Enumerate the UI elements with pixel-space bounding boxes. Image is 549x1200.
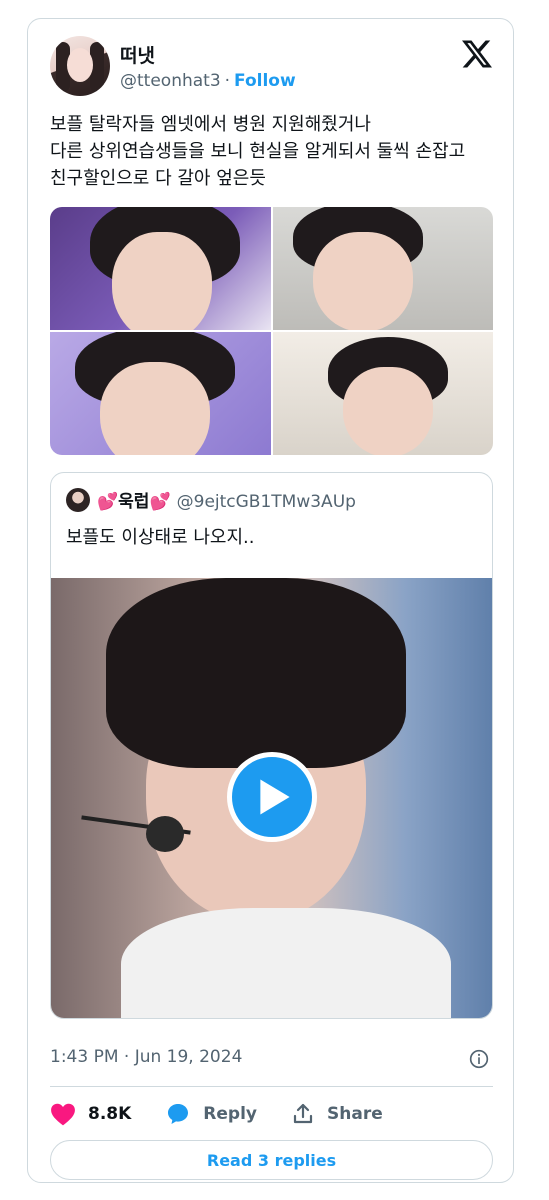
heart-icon: [51, 1103, 75, 1126]
quoted-avatar: [66, 488, 90, 512]
quoted-header: 💕욱럽💕 @9ejtcGB1TMw3AUp: [97, 487, 356, 512]
media-image[interactable]: [50, 207, 271, 330]
like-button[interactable]: 8.8K: [50, 1102, 131, 1126]
share-label: Share: [327, 1104, 383, 1124]
tweet-media-grid: [50, 207, 493, 455]
author-handle-row: @tteonhat3 · Follow: [120, 71, 296, 91]
share-button[interactable]: Share: [291, 1102, 383, 1126]
quoted-text: 보플도 이상태로 나오지..: [66, 527, 255, 548]
reply-button[interactable]: Reply: [165, 1102, 257, 1126]
info-icon[interactable]: [469, 1049, 489, 1069]
like-count: 8.8K: [88, 1104, 132, 1124]
quoted-handle: @9ejtcGB1TMw3AUp: [176, 492, 356, 512]
x-logo-icon[interactable]: [462, 39, 492, 69]
reply-label: Reply: [203, 1104, 257, 1124]
follow-button[interactable]: Follow: [234, 71, 296, 91]
quoted-video[interactable]: [51, 578, 492, 1018]
divider: [50, 1086, 493, 1087]
reply-bubble-icon: [168, 1104, 189, 1124]
share-icon: [293, 1103, 313, 1124]
tweet-text: 보플 탈락자들 엠넷에서 병원 지원해줬거나 다른 상위연습생들을 보니 현실을…: [50, 114, 466, 189]
play-button[interactable]: [227, 752, 317, 842]
quoted-name: 💕욱럽💕: [97, 492, 171, 512]
timestamp[interactable]: 1:43 PM · Jun 19, 2024: [50, 1047, 242, 1067]
author-avatar[interactable]: [50, 36, 110, 96]
media-image[interactable]: [50, 332, 271, 455]
media-image[interactable]: [272, 207, 493, 330]
action-bar: 8.8K Reply Share: [50, 1099, 417, 1129]
media-image[interactable]: [272, 332, 493, 455]
tweet-card: 떠냇 @tteonhat3 · Follow 보플 탈락자들 엠넷에서 병원 지원해…: [27, 18, 514, 1183]
quoted-tweet[interactable]: 💕욱럽💕 @9ejtcGB1TMw3AUp 보플도 이상태로 나오지..: [50, 472, 493, 1019]
read-replies-button[interactable]: Read 3 replies: [50, 1140, 493, 1180]
author-handle[interactable]: @tteonhat3: [120, 71, 221, 91]
play-icon: [260, 779, 290, 815]
separator: ·: [224, 71, 231, 91]
author-name[interactable]: 떠냇: [120, 41, 155, 68]
